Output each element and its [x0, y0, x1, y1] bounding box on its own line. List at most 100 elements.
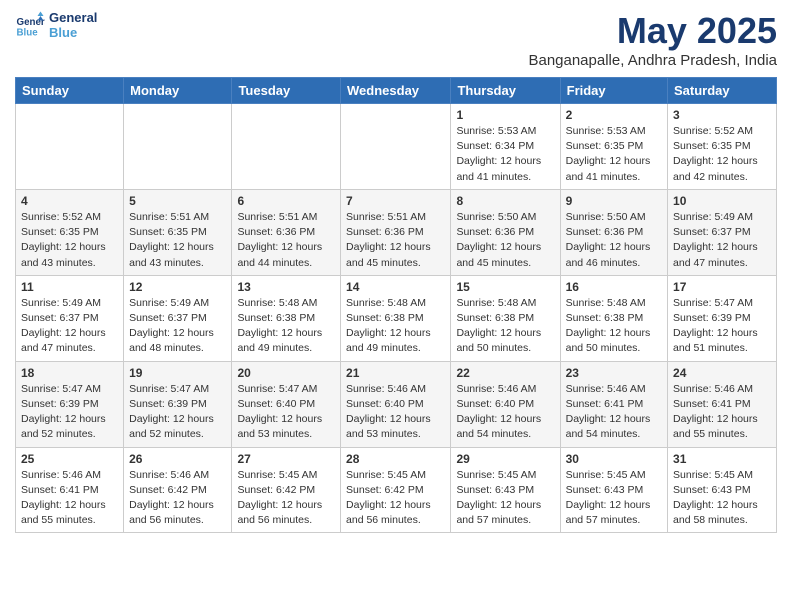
cell-details: Sunrise: 5:49 AMSunset: 6:37 PMDaylight:… — [21, 296, 118, 357]
cell-details: Sunrise: 5:51 AMSunset: 6:36 PMDaylight:… — [346, 210, 445, 271]
calendar-cell: 17Sunrise: 5:47 AMSunset: 6:39 PMDayligh… — [668, 275, 777, 361]
svg-text:Blue: Blue — [17, 28, 39, 39]
cell-details: Sunrise: 5:48 AMSunset: 6:38 PMDaylight:… — [237, 296, 335, 357]
cell-details: Sunrise: 5:46 AMSunset: 6:41 PMDaylight:… — [566, 382, 662, 443]
calendar-cell: 12 Sunrise: 5:49 AMSunset: 6:37 PMDayligh… — [124, 275, 232, 361]
weekday-header: Sunday — [16, 78, 124, 104]
calendar-cell: 8 Sunrise: 5:50 AMSunset: 6:36 PMDaylight… — [451, 189, 560, 275]
calendar-cell — [124, 104, 232, 190]
weekday-header: Tuesday — [232, 78, 341, 104]
cell-details: Sunrise: 5:46 AMSunset: 6:41 PMDaylight:… — [21, 468, 118, 529]
calendar-cell: 14 Sunrise: 5:48 AMSunset: 6:38 PMDayligh… — [341, 275, 451, 361]
day-number: 31 — [673, 452, 771, 466]
calendar-cell: 3Sunrise: 5:52 AMSunset: 6:35 PMDaylight… — [668, 104, 777, 190]
calendar-cell: 25 Sunrise: 5:46 AMSunset: 6:41 PMDayligh… — [16, 447, 124, 533]
cell-details: Sunrise: 5:47 AMSunset: 6:39 PMDaylight:… — [21, 382, 118, 443]
day-number: 21 — [346, 366, 445, 380]
cell-details: Sunrise: 5:48 AMSunset: 6:38 PMDaylight:… — [566, 296, 662, 357]
cell-details: Sunrise: 5:53 AMSunset: 6:35 PMDaylight:… — [566, 124, 662, 185]
day-number: 15 — [456, 280, 554, 294]
calendar-week-row: 18 Sunrise: 5:47 AMSunset: 6:39 PMDayligh… — [16, 361, 777, 447]
cell-details: Sunrise: 5:52 AMSunset: 6:35 PMDaylight:… — [673, 124, 771, 185]
calendar-table: SundayMondayTuesdayWednesdayThursdayFrid… — [15, 77, 777, 533]
cell-details: Sunrise: 5:47 AMSunset: 6:40 PMDaylight:… — [237, 382, 335, 443]
calendar-cell: 21 Sunrise: 5:46 AMSunset: 6:40 PMDayligh… — [341, 361, 451, 447]
day-number: 24 — [673, 366, 771, 380]
location-subtitle: Banganapalle, Andhra Pradesh, India — [528, 52, 777, 69]
cell-details: Sunrise: 5:50 AMSunset: 6:36 PMDaylight:… — [566, 210, 662, 271]
day-number: 12 — [129, 280, 226, 294]
calendar-cell: 16 Sunrise: 5:48 AMSunset: 6:38 PMDayligh… — [560, 275, 667, 361]
calendar-cell: 11 Sunrise: 5:49 AMSunset: 6:37 PMDayligh… — [16, 275, 124, 361]
day-number: 8 — [456, 194, 554, 208]
day-number: 16 — [566, 280, 662, 294]
day-number: 18 — [21, 366, 118, 380]
cell-details: Sunrise: 5:46 AMSunset: 6:40 PMDaylight:… — [346, 382, 445, 443]
day-number: 25 — [21, 452, 118, 466]
calendar-cell: 19 Sunrise: 5:47 AMSunset: 6:39 PMDayligh… — [124, 361, 232, 447]
calendar-cell: 28 Sunrise: 5:45 AMSunset: 6:42 PMDayligh… — [341, 447, 451, 533]
cell-details: Sunrise: 5:45 AMSunset: 6:43 PMDaylight:… — [673, 468, 771, 529]
day-number: 1 — [456, 108, 554, 122]
calendar-cell: 2 Sunrise: 5:53 AMSunset: 6:35 PMDaylight… — [560, 104, 667, 190]
calendar-cell — [16, 104, 124, 190]
day-number: 11 — [21, 280, 118, 294]
cell-details: Sunrise: 5:46 AMSunset: 6:42 PMDaylight:… — [129, 468, 226, 529]
day-number: 9 — [566, 194, 662, 208]
logo-icon: General Blue — [15, 10, 45, 40]
cell-details: Sunrise: 5:46 AMSunset: 6:41 PMDaylight:… — [673, 382, 771, 443]
day-number: 23 — [566, 366, 662, 380]
day-number: 14 — [346, 280, 445, 294]
calendar-cell: 1 Sunrise: 5:53 AMSunset: 6:34 PMDaylight… — [451, 104, 560, 190]
day-number: 10 — [673, 194, 771, 208]
calendar-cell: 24 Sunrise: 5:46 AMSunset: 6:41 PMDayligh… — [668, 361, 777, 447]
calendar-cell: 31 Sunrise: 5:45 AMSunset: 6:43 PMDayligh… — [668, 447, 777, 533]
cell-details: Sunrise: 5:53 AMSunset: 6:34 PMDaylight:… — [456, 124, 554, 185]
weekday-header: Wednesday — [341, 78, 451, 104]
calendar-cell: 6Sunrise: 5:51 AMSunset: 6:36 PMDaylight… — [232, 189, 341, 275]
cell-details: Sunrise: 5:51 AMSunset: 6:35 PMDaylight:… — [129, 210, 226, 271]
logo-line2: Blue — [49, 25, 97, 40]
weekday-header: Thursday — [451, 78, 560, 104]
day-number: 22 — [456, 366, 554, 380]
cell-details: Sunrise: 5:45 AMSunset: 6:43 PMDaylight:… — [566, 468, 662, 529]
cell-details: Sunrise: 5:48 AMSunset: 6:38 PMDaylight:… — [456, 296, 554, 357]
page-header: General Blue General Blue May 2025 Banga… — [15, 10, 777, 69]
day-number: 28 — [346, 452, 445, 466]
day-number: 20 — [237, 366, 335, 380]
calendar-week-row: 1 Sunrise: 5:53 AMSunset: 6:34 PMDaylight… — [16, 104, 777, 190]
cell-details: Sunrise: 5:46 AMSunset: 6:40 PMDaylight:… — [456, 382, 554, 443]
day-number: 19 — [129, 366, 226, 380]
logo-line1: General — [49, 10, 97, 25]
calendar-week-row: 11 Sunrise: 5:49 AMSunset: 6:37 PMDayligh… — [16, 275, 777, 361]
calendar-cell — [341, 104, 451, 190]
cell-details: Sunrise: 5:50 AMSunset: 6:36 PMDaylight:… — [456, 210, 554, 271]
calendar-cell: 13 Sunrise: 5:48 AMSunset: 6:38 PMDayligh… — [232, 275, 341, 361]
day-number: 6 — [237, 194, 335, 208]
calendar-cell: 22 Sunrise: 5:46 AMSunset: 6:40 PMDayligh… — [451, 361, 560, 447]
day-number: 29 — [456, 452, 554, 466]
cell-details: Sunrise: 5:49 AMSunset: 6:37 PMDaylight:… — [129, 296, 226, 357]
title-block: May 2025 Banganapalle, Andhra Pradesh, I… — [528, 10, 777, 69]
cell-details: Sunrise: 5:45 AMSunset: 6:42 PMDaylight:… — [346, 468, 445, 529]
cell-details: Sunrise: 5:45 AMSunset: 6:42 PMDaylight:… — [237, 468, 335, 529]
weekday-header: Friday — [560, 78, 667, 104]
calendar-cell: 18 Sunrise: 5:47 AMSunset: 6:39 PMDayligh… — [16, 361, 124, 447]
calendar-cell: 15 Sunrise: 5:48 AMSunset: 6:38 PMDayligh… — [451, 275, 560, 361]
day-number: 17 — [673, 280, 771, 294]
day-number: 26 — [129, 452, 226, 466]
cell-details: Sunrise: 5:52 AMSunset: 6:35 PMDaylight:… — [21, 210, 118, 271]
day-number: 2 — [566, 108, 662, 122]
weekday-header: Saturday — [668, 78, 777, 104]
cell-details: Sunrise: 5:47 AMSunset: 6:39 PMDaylight:… — [129, 382, 226, 443]
day-number: 27 — [237, 452, 335, 466]
calendar-week-row: 25 Sunrise: 5:46 AMSunset: 6:41 PMDayligh… — [16, 447, 777, 533]
calendar-cell: 5Sunrise: 5:51 AMSunset: 6:35 PMDaylight… — [124, 189, 232, 275]
calendar-cell: 9 Sunrise: 5:50 AMSunset: 6:36 PMDaylight… — [560, 189, 667, 275]
cell-details: Sunrise: 5:48 AMSunset: 6:38 PMDaylight:… — [346, 296, 445, 357]
cell-details: Sunrise: 5:45 AMSunset: 6:43 PMDaylight:… — [456, 468, 554, 529]
day-number: 7 — [346, 194, 445, 208]
logo: General Blue General Blue — [15, 10, 97, 40]
calendar-cell: 23 Sunrise: 5:46 AMSunset: 6:41 PMDayligh… — [560, 361, 667, 447]
day-number: 13 — [237, 280, 335, 294]
